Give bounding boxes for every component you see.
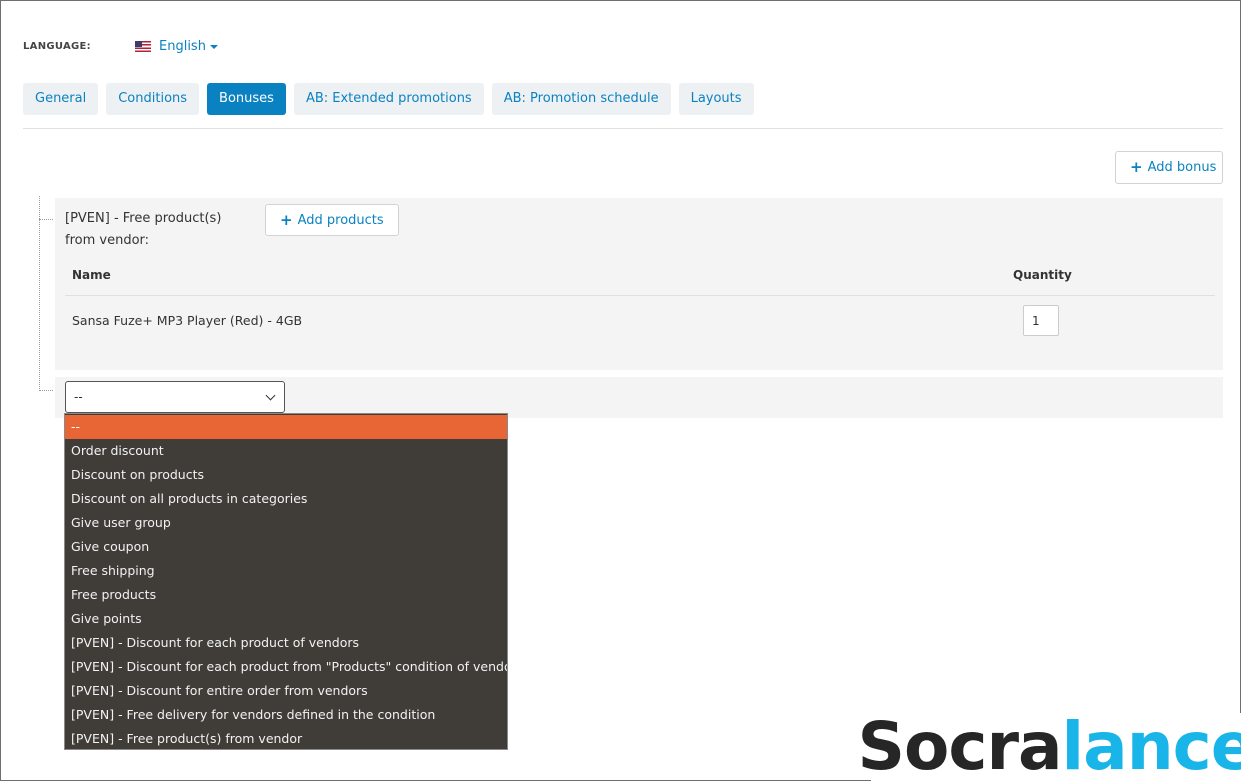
product-name: Sansa Fuze+ MP3 Player (Red) - 4GB xyxy=(72,313,303,328)
us-flag-icon xyxy=(135,41,151,52)
tree-branch xyxy=(39,219,53,220)
watermark-part-1: Socra xyxy=(857,708,1062,781)
watermark-logo: Socra lance xyxy=(857,708,1241,781)
option-order-discount[interactable]: Order discount xyxy=(65,439,507,463)
option-pven-free-products[interactable]: [PVEN] - Free product(s) from vendor xyxy=(65,727,507,751)
option-give-coupon[interactable]: Give coupon xyxy=(65,535,507,559)
tab-bar: General Conditions Bonuses AB: Extended … xyxy=(23,83,754,115)
tab-promotion-schedule[interactable]: AB: Promotion schedule xyxy=(491,83,671,115)
chevron-down-icon xyxy=(265,390,276,400)
bonus-panel: [PVEN] - Free product(s) from vendor: + … xyxy=(55,198,1223,370)
tree-connector xyxy=(39,196,40,391)
table-divider xyxy=(65,295,1215,296)
option-give-user-group[interactable]: Give user group xyxy=(65,511,507,535)
plus-icon: + xyxy=(1130,158,1143,176)
bonus-type-row: -- xyxy=(55,377,1223,418)
quantity-input[interactable] xyxy=(1023,305,1059,336)
tabs-divider xyxy=(23,128,1223,129)
language-label: LANGUAGE: xyxy=(23,41,91,52)
column-header-name: Name xyxy=(72,268,111,282)
plus-icon: + xyxy=(280,210,293,229)
add-products-label: Add products xyxy=(297,212,384,228)
option-free-shipping[interactable]: Free shipping xyxy=(65,559,507,583)
column-header-quantity: Quantity xyxy=(1013,268,1072,282)
option-pven-discount-each-product[interactable]: [PVEN] - Discount for each product of ve… xyxy=(65,631,507,655)
language-row: LANGUAGE: English xyxy=(23,39,218,54)
tab-layouts[interactable]: Layouts xyxy=(678,83,754,115)
caret-down-icon xyxy=(209,44,218,49)
add-products-button[interactable]: + Add products xyxy=(265,204,399,236)
option-pven-discount-entire-order[interactable]: [PVEN] - Discount for entire order from … xyxy=(65,679,507,703)
option-pven-discount-products-condition[interactable]: [PVEN] - Discount for each product from … xyxy=(65,655,507,679)
bonus-title: [PVEN] - Free product(s) from vendor: xyxy=(65,211,222,248)
tab-conditions[interactable]: Conditions xyxy=(106,83,200,115)
tab-extended-promotions[interactable]: AB: Extended promotions xyxy=(293,83,484,115)
option-discount-categories[interactable]: Discount on all products in categories xyxy=(65,487,507,511)
tab-general[interactable]: General xyxy=(23,83,99,115)
option-free-products[interactable]: Free products xyxy=(65,583,507,607)
option-give-points[interactable]: Give points xyxy=(65,607,507,631)
tab-bonuses[interactable]: Bonuses xyxy=(207,83,286,115)
bonus-type-select[interactable]: -- xyxy=(65,381,285,413)
option-empty[interactable]: -- xyxy=(65,415,507,439)
option-pven-free-delivery[interactable]: [PVEN] - Free delivery for vendors defin… xyxy=(65,703,507,727)
add-bonus-button[interactable]: + Add bonus xyxy=(1115,151,1223,184)
language-value: English xyxy=(159,39,206,54)
language-selector[interactable]: English xyxy=(135,39,218,54)
bonus-type-dropdown: -- Order discount Discount on products D… xyxy=(64,413,508,750)
add-bonus-label: Add bonus xyxy=(1147,160,1217,175)
bonus-type-value: -- xyxy=(74,390,83,404)
option-discount-on-products[interactable]: Discount on products xyxy=(65,463,507,487)
tree-branch xyxy=(39,390,53,391)
watermark-part-2: lance xyxy=(1061,708,1241,781)
